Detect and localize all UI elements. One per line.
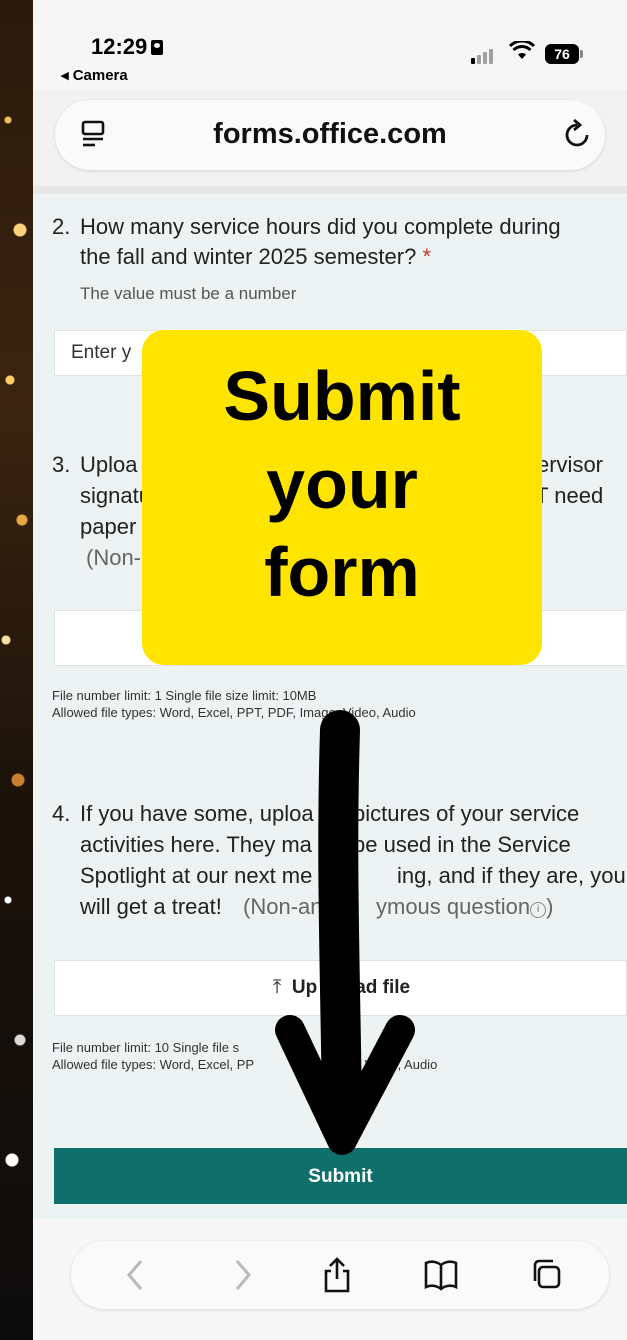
question-4-line1b: pictures of your service [353, 801, 580, 826]
question-4-line4b: (Non-an [243, 894, 323, 919]
book-icon[interactable] [421, 1255, 461, 1295]
status-time: 12:29 [91, 34, 164, 60]
info-icon: i [530, 902, 547, 918]
tabs-icon[interactable] [527, 1255, 567, 1295]
question-2-text: How many service hours did you complete … [80, 214, 561, 269]
contact-badge-icon [151, 40, 164, 55]
question-4-number: 4. [52, 801, 71, 826]
toolbar-divider [33, 186, 627, 194]
question-4-line1a: If you have some, uploa [80, 801, 314, 826]
phone-screen: 12:29 ◂ Camera 76 forms.office.com 2. Ho… [33, 0, 627, 1340]
chevron-right-icon[interactable] [223, 1255, 263, 1295]
cellular-signal-icon [471, 46, 495, 64]
input-placeholder: Enter y [71, 342, 132, 363]
question-4-limits: File number limit: 10 Single file s Allow… [52, 1040, 438, 1072]
wifi-icon [508, 39, 536, 68]
question-2-number: 2. [52, 214, 71, 239]
battery-indicator: 76 [545, 44, 583, 64]
question-4-line4a: will get a treat! [80, 894, 222, 919]
question-2-hint: The value must be a number [80, 284, 297, 303]
upload-file-label: ⤒ Up ad file [272, 977, 411, 998]
callout-text: Submit your form [223, 357, 461, 611]
question-4-upload-button[interactable]: ⤒ Up ad file [54, 960, 627, 1016]
question-4-line4c: ymous question i) [376, 894, 554, 919]
chevron-left-icon[interactable] [115, 1255, 155, 1295]
share-icon[interactable] [317, 1255, 357, 1295]
question-3-limits: File number limit: 1 Single file size li… [52, 688, 416, 720]
required-asterisk: * [422, 244, 431, 269]
question-4-line3b: ing, and if they are, you [397, 863, 626, 888]
address-bar[interactable]: forms.office.com [55, 100, 605, 170]
question-4-line3a: Spotlight at our next me [80, 863, 313, 888]
back-to-app-link[interactable]: ◂ Camera [61, 66, 128, 84]
question-4-line2b: be used in the Service [353, 832, 571, 857]
question-4-line2a: activities here. They ma [80, 832, 312, 857]
browser-bottom-bar [33, 1219, 627, 1340]
question-3-text-b: ervisor [537, 452, 604, 477]
submit-button[interactable]: Submit [54, 1148, 627, 1204]
upload-icon: ⤒ [272, 977, 282, 998]
status-bar: 12:29 ◂ Camera 76 [33, 0, 627, 90]
question-3-number: 3. [52, 452, 71, 477]
url-domain: forms.office.com [213, 118, 447, 150]
reload-icon[interactable] [563, 118, 593, 158]
question-3-text-a: Uploa [80, 452, 138, 477]
browser-toolbar [71, 1241, 609, 1309]
